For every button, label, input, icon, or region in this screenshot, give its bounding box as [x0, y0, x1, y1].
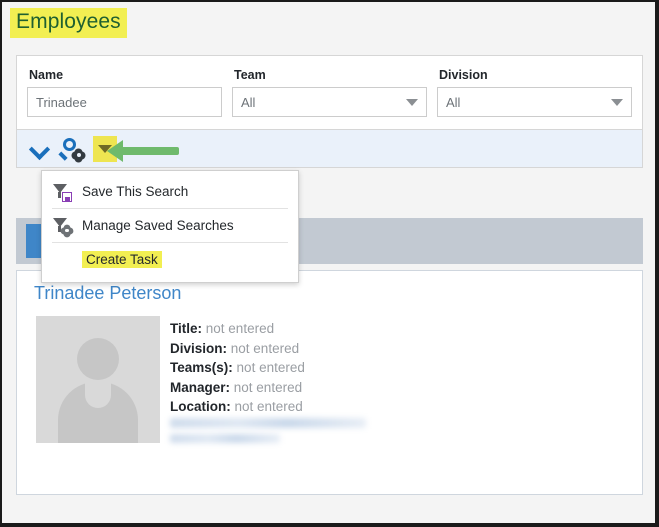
gear-icon	[73, 149, 84, 161]
chevron-down-icon	[611, 99, 623, 106]
filter-field-division: Division All	[437, 66, 632, 117]
team-select[interactable]: All	[232, 87, 427, 117]
chevron-down-icon[interactable]	[29, 138, 51, 160]
detail-row-division: Division: not entered	[170, 339, 305, 359]
detail-key: Location:	[170, 399, 231, 414]
menu-item-label: Create Task	[82, 251, 162, 268]
team-select-value: All	[241, 94, 256, 110]
floppy-disk-icon	[62, 191, 72, 202]
menu-item-create-task[interactable]: Create Task	[42, 243, 298, 276]
page-title-wrapper: Employees	[10, 8, 127, 39]
funnel-save-icon	[52, 182, 72, 202]
app-screen: Employees Name Trinadee Team All Divisio…	[2, 2, 655, 523]
arrow-to-dropdown-toggle	[107, 140, 179, 162]
employee-result-card: Trinadee Peterson Title: not entered Div…	[16, 270, 643, 495]
menu-item-label: Manage Saved Searches	[82, 218, 234, 233]
funnel-stem	[58, 191, 61, 198]
detail-value: not entered	[205, 321, 275, 336]
funnel-gear-icon	[52, 216, 72, 236]
filter-row: Name Trinadee Team All Division All	[17, 56, 642, 129]
user-placeholder-icon	[36, 316, 160, 443]
detail-key: Title:	[170, 321, 203, 336]
chevron-down-icon	[406, 99, 418, 106]
employee-name-link[interactable]: Trinadee Peterson	[34, 283, 181, 304]
detail-value: not entered	[234, 399, 303, 414]
filter-field-name: Name Trinadee	[27, 66, 222, 117]
search-options-menu: Save This Search Manage Saved Searches C…	[41, 170, 299, 283]
menu-item-label: Save This Search	[82, 184, 189, 199]
magnifier-lens	[63, 137, 76, 151]
arrow-shaft	[123, 147, 179, 155]
detail-value: not entered	[233, 379, 303, 395]
detail-key: Teams(s):	[170, 360, 233, 375]
detail-value: not entered	[230, 340, 300, 356]
detail-key: Manager:	[170, 379, 231, 395]
arrow-head	[107, 140, 123, 162]
division-select[interactable]: All	[437, 87, 632, 117]
detail-row-title: Title: not entered	[170, 319, 305, 339]
funnel-stem	[58, 225, 61, 232]
page-title: Employees	[10, 8, 127, 39]
menu-item-icon-placeholder	[52, 250, 72, 270]
team-label: Team	[234, 68, 266, 82]
avatar-head	[77, 338, 119, 380]
filter-field-team: Team All	[232, 66, 427, 117]
gear-icon	[62, 225, 72, 236]
redacted-line	[170, 434, 280, 443]
avatar-notch	[85, 382, 111, 408]
division-select-value: All	[446, 94, 461, 110]
menu-item-save-this-search[interactable]: Save This Search	[42, 175, 298, 208]
detail-row-manager: Manager: not entered	[170, 378, 305, 398]
menu-item-manage-saved-searches[interactable]: Manage Saved Searches	[42, 209, 298, 242]
employee-details: Title: not entered Division: not entered…	[170, 319, 305, 417]
detail-row-teams: Teams(s): not entered	[170, 358, 305, 378]
detail-row-location: Location: not entered	[170, 397, 305, 417]
magnifier-handle	[58, 151, 68, 160]
redacted-line	[170, 418, 366, 428]
name-label: Name	[29, 68, 64, 82]
name-input[interactable]: Trinadee	[27, 87, 222, 117]
magnifier-gear-icon[interactable]	[58, 137, 85, 161]
filter-panel: Name Trinadee Team All Division All	[16, 55, 643, 130]
redacted-contact-info	[170, 418, 366, 449]
detail-value: not entered	[236, 360, 305, 375]
division-label: Division	[439, 68, 488, 82]
detail-key: Division:	[170, 340, 228, 356]
name-input-value: Trinadee	[36, 94, 87, 110]
